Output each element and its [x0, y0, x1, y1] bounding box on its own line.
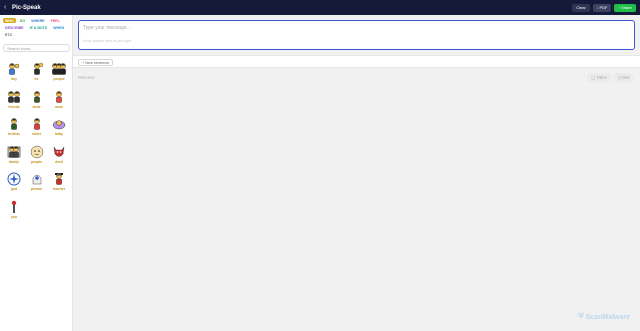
icon-tile[interactable]: you [3, 200, 25, 226]
clear-label: Clear [576, 5, 586, 10]
icon-tile[interactable]: he [26, 62, 48, 88]
search-placeholder: Search icons... [7, 45, 34, 51]
preview-label: PREVIEW [78, 76, 95, 80]
toolbar: Clear ↓ PDF ↑ Share [572, 3, 636, 12]
sentence-strip: + New sentence [73, 55, 640, 68]
icon-label: teacher [52, 187, 66, 191]
icon-label: family [9, 159, 19, 164]
icon-label: sister [31, 132, 42, 136]
top-bar: ‹ Pic-Speak Clear ↓ PDF ↑ Share [0, 0, 640, 15]
new-sentence-button[interactable]: + New sentence [78, 59, 114, 66]
composer-hint: Icons appear here as you type [83, 39, 132, 43]
chevron-left-icon[interactable]: ‹ [4, 4, 12, 11]
icon-label: people [31, 159, 42, 164]
icon-label: brother [8, 132, 20, 136]
shield-icon: ⛨ [578, 313, 584, 320]
icon-label: friends [8, 104, 20, 109]
share-button[interactable]: ↑ Share [614, 3, 636, 12]
app-title: Pic-Speak [12, 4, 41, 11]
download-icon: ↓ [596, 5, 599, 10]
brother-icon [7, 117, 21, 131]
you-icon [7, 200, 21, 214]
icon-label: you [10, 214, 18, 219]
tab-when[interactable]: WHEN [51, 25, 66, 30]
message-input[interactable]: Type your message... [83, 25, 131, 31]
clear-button[interactable]: Clear [572, 3, 590, 12]
pdf-label: PDF [599, 5, 608, 10]
icon-tile[interactable]: baby [48, 117, 70, 143]
icon-tile[interactable]: friends [3, 90, 25, 116]
category-tabs: WHO DO WHERE FEEL DESCRIBE IF & BUTS WHEN ETC [3, 18, 71, 37]
he-icon [30, 62, 44, 76]
pdf-button[interactable]: ↓ PDF [593, 3, 611, 12]
icon-tile[interactable]: boy [3, 62, 25, 88]
family-icon [7, 145, 21, 159]
crowd-icon [30, 145, 44, 159]
tab-if-buts[interactable]: IF & BUTS [28, 25, 50, 30]
icon-label: he [34, 77, 39, 81]
titles-label: Titles [596, 75, 607, 80]
tab-feel[interactable]: FEEL [49, 18, 62, 23]
god-icon [7, 172, 21, 186]
icon-tile[interactable]: brother [3, 117, 25, 143]
icon-tile[interactable]: teacher [48, 172, 70, 198]
tab-etc[interactable]: ETC [3, 32, 14, 37]
dist-toggle[interactable]: ▯ Dist [614, 73, 634, 82]
icon-tile[interactable]: god [3, 172, 25, 198]
people-icon [52, 62, 66, 76]
icon-tile[interactable]: person [26, 172, 48, 198]
icon-label: people [53, 77, 65, 81]
icon-tile[interactable]: sister [26, 117, 48, 143]
icon-label: person [30, 187, 43, 191]
tab-do[interactable]: DO [18, 18, 27, 23]
share-label: Share [621, 5, 632, 10]
icon-sidebar: WHO DO WHERE FEEL DESCRIBE IF & BUTS WHEN ETC S… [0, 15, 73, 331]
ghost-person-icon [30, 172, 44, 186]
tab-describe[interactable]: DESCRIBE [3, 25, 26, 30]
icon-tile[interactable]: people [26, 145, 48, 171]
watermark: ⛨ ScanMalware [578, 313, 630, 321]
baby-icon [52, 117, 66, 131]
icon-tile[interactable]: family [3, 145, 25, 171]
icon-label: boy [10, 77, 18, 81]
devil-icon [52, 145, 66, 159]
icon-label: baby [55, 132, 63, 136]
dude-icon [30, 90, 44, 104]
friends-icon [7, 90, 21, 104]
tab-where[interactable]: WHERE [29, 18, 46, 23]
watermark-text: ScanMalware [585, 313, 630, 321]
icon-tile[interactable]: devil [48, 145, 70, 171]
share-icon: ↑ [618, 5, 621, 10]
mum-icon [52, 90, 66, 104]
icon-tile[interactable]: dude [26, 90, 48, 116]
icon-label: devil [55, 159, 63, 164]
teacher-icon [52, 172, 66, 186]
icon-label: god [10, 187, 18, 191]
tab-who[interactable]: WHO [3, 18, 16, 23]
icon-tile[interactable]: mum [48, 90, 70, 116]
message-composer[interactable]: Type your message... Icons appear here a… [78, 20, 635, 50]
icon-tile[interactable]: people [48, 62, 70, 88]
boy-icon [7, 62, 21, 76]
icon-label: dude [32, 104, 41, 109]
icon-label: mum [54, 104, 64, 109]
dist-label: Dist [622, 75, 630, 80]
sister-icon [30, 117, 44, 131]
titles-toggle[interactable]: ▢ Titles [587, 73, 611, 82]
search-input[interactable]: Search icons... [3, 44, 70, 52]
